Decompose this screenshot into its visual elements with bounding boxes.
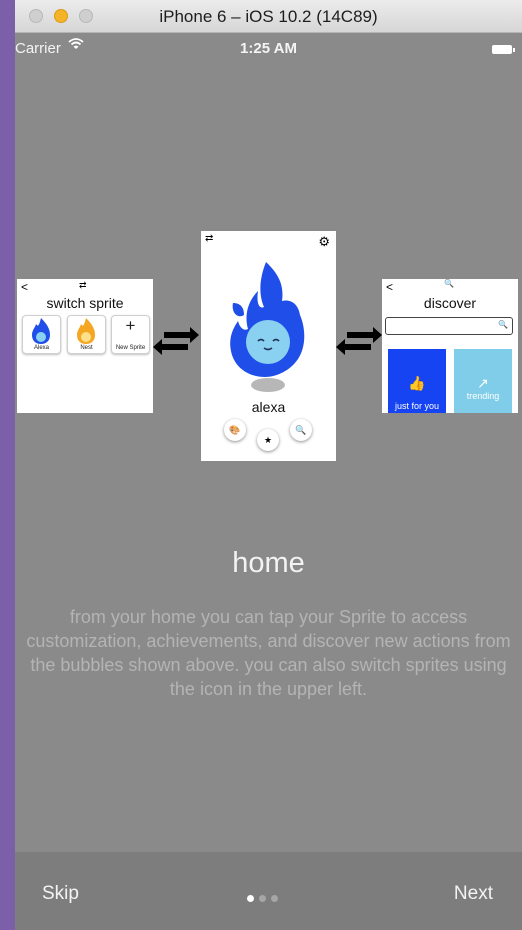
sprite-card-nest: Nest — [67, 315, 106, 354]
back-chevron-icon: < — [386, 280, 394, 294]
sprite-name: alexa — [251, 399, 286, 415]
sprite-card-label: Alexa — [33, 345, 49, 351]
alexa-sprite — [230, 262, 305, 392]
page-heading: home — [232, 547, 305, 579]
status-time: 1:25 AM — [240, 40, 297, 57]
just-for-you-tile: 👍 just for you — [388, 349, 446, 413]
discover-preview: < 🔍 discover 🔍 👍 just for you ↗ trending — [382, 279, 518, 413]
sprite-card-new: + New Sprite — [111, 315, 150, 354]
back-chevron-icon: < — [21, 280, 29, 294]
status-bar: Carrier 1:25 AM — [15, 33, 522, 63]
page-dot — [247, 895, 254, 902]
window-titlebar: iPhone 6 – iOS 10.2 (14C89) — [15, 0, 522, 33]
gear-icon: ⚙ — [318, 234, 330, 249]
trending-tile: ↗ trending — [454, 349, 512, 413]
sprite-card-alexa: Alexa — [22, 315, 61, 354]
tile-label: trending — [466, 391, 500, 401]
trending-icon: ↗ — [477, 375, 489, 391]
switch-sprite-preview: < ⇄ switch sprite Alexa Nest + New Sprit… — [17, 279, 153, 413]
home-preview: ⇄ ⚙ alexa 🎨 ★ 🔍 — [201, 231, 336, 461]
window-title: iPhone 6 – iOS 10.2 (14C89) — [159, 7, 378, 26]
skip-button[interactable]: Skip — [42, 883, 79, 905]
achievement-icon: ★ — [257, 429, 279, 451]
switch-arrows-icon — [153, 327, 199, 355]
switch-arrows-icon: ⇄ — [79, 280, 87, 290]
sprite-card-label: New Sprite — [115, 345, 146, 351]
switch-arrows-icon — [336, 327, 382, 355]
page-dot — [271, 895, 278, 902]
page-description: from your home you can tap your Sprite t… — [26, 607, 511, 699]
search-icon: 🔍 — [498, 320, 508, 329]
discover-search-field: 🔍 — [385, 317, 513, 335]
switch-sprite-title: switch sprite — [46, 295, 124, 311]
alexa-sprite-icon — [32, 318, 50, 344]
plus-icon: + — [125, 316, 136, 335]
battery-icon — [492, 45, 515, 54]
sprite-card-label: Nest — [80, 345, 93, 351]
search-icon: 🔍 — [444, 279, 454, 288]
nest-sprite-icon — [77, 318, 95, 344]
thumbs-up-icon: 👍 — [408, 375, 426, 391]
tile-label: just for you — [394, 401, 440, 411]
simulator-window: iPhone 6 – iOS 10.2 (14C89) Carrier 1:25… — [15, 0, 522, 930]
page-dot — [259, 895, 266, 902]
switch-arrows-icon: ⇄ — [205, 233, 214, 244]
discover-title: discover — [423, 295, 477, 311]
next-button[interactable]: Next — [454, 883, 493, 905]
page-indicator[interactable] — [247, 889, 283, 907]
search-icon: 🔍 — [290, 419, 312, 441]
palette-icon: 🎨 — [224, 419, 246, 441]
onboarding-footer: Skip Next — [15, 852, 522, 930]
